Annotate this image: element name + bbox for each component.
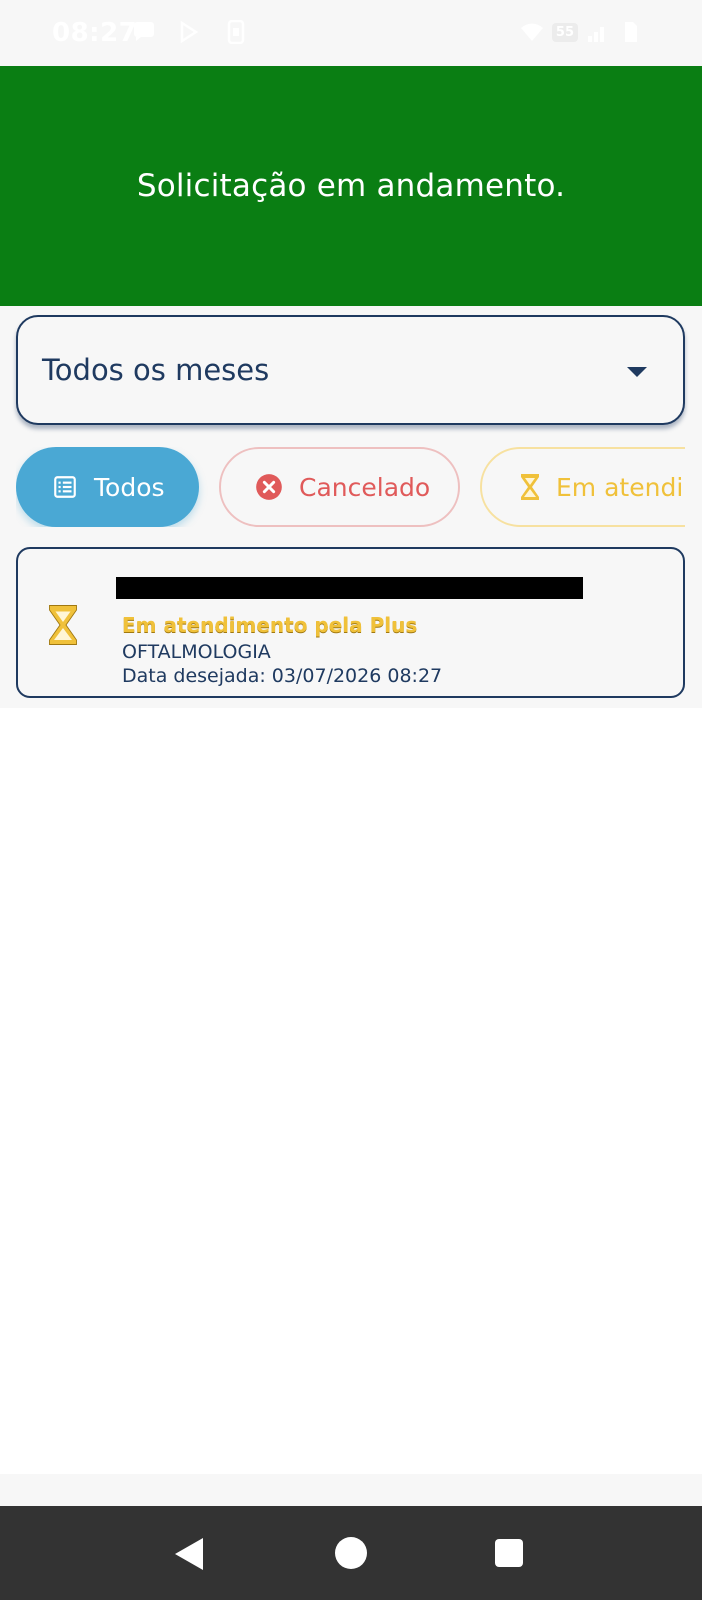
redacted-name (116, 577, 583, 599)
request-specialty: OFTALMOLOGIA (122, 641, 271, 663)
filter-chip-em-atendimento[interactable]: Em atendi (480, 447, 685, 527)
signal-icon (588, 27, 604, 42)
status-time: 08:27 (52, 18, 138, 48)
battery-icon: 55 (551, 22, 578, 42)
system-nav-bar (0, 1506, 702, 1600)
status-right-icons: 55 (520, 20, 642, 44)
play-store-icon (180, 20, 199, 44)
sim-icon (625, 22, 637, 42)
status-left-icons (132, 20, 248, 44)
filter-chip-todos[interactable]: Todos (16, 447, 199, 527)
home-icon[interactable] (335, 1537, 367, 1569)
status-bar: 08:27 55 (0, 0, 702, 66)
hourglass-icon (48, 604, 78, 650)
filter-chip-label: Cancelado (299, 472, 431, 502)
request-date: Data desejada: 03/07/2026 08:27 (122, 665, 443, 687)
back-icon[interactable] (175, 1538, 203, 1570)
recents-icon[interactable] (495, 1539, 523, 1567)
filter-chip-cancelado[interactable]: Cancelado (219, 447, 460, 527)
phone-screen-icon (227, 20, 245, 44)
month-select-value: Todos os meses (42, 353, 270, 387)
filter-chip-label: Todos (94, 472, 165, 502)
hourglass-icon (520, 473, 540, 501)
list-icon (52, 474, 78, 500)
chat-bubble-icon (134, 22, 154, 41)
header-banner: Solicitação em andamento. (0, 66, 702, 306)
cancel-circle-icon (255, 473, 283, 501)
status-filter-row[interactable]: Todos Cancelado Em atendi (16, 447, 685, 527)
filter-chip-label: Em atendi (556, 472, 684, 502)
header-message: Solicitação em andamento. (136, 168, 566, 204)
request-card[interactable]: Em atendimento pela Plus OFTALMOLOGIA Da… (16, 547, 685, 698)
month-select[interactable]: Todos os meses (16, 315, 685, 425)
chevron-down-icon (627, 367, 647, 377)
request-status: Em atendimento pela Plus (122, 613, 418, 637)
bottom-strip (0, 1474, 702, 1506)
wifi-icon (520, 23, 543, 41)
